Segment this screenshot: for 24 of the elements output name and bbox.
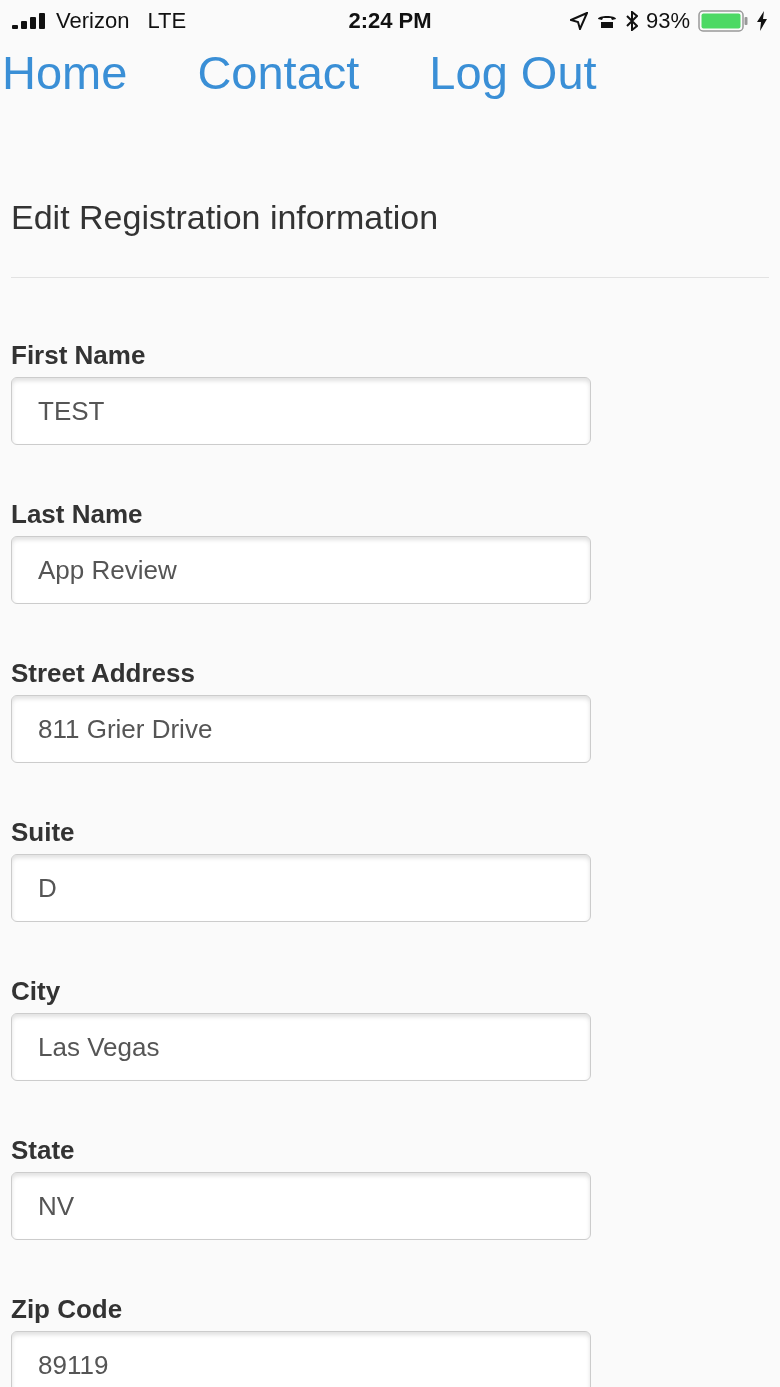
bluetooth-icon [625, 11, 638, 31]
page-title: Edit Registration information [11, 198, 440, 237]
input-field[interactable]: App Review [11, 536, 591, 604]
field-label: First Name [11, 340, 147, 371]
input-field[interactable]: D [11, 854, 591, 922]
location-arrow-icon [569, 12, 588, 30]
battery-icon [698, 10, 748, 32]
battery-percent: 93% [645, 8, 690, 34]
field-label: Zip Code [11, 1294, 124, 1325]
input-field[interactable]: NV [11, 1172, 591, 1240]
field-label: State [11, 1135, 76, 1166]
input-field[interactable]: 811 Grier Drive [11, 695, 591, 763]
charging-bolt-icon [756, 11, 768, 31]
clock-time: 2:24 PM [348, 8, 432, 34]
input-field[interactable]: Las Vegas [11, 1013, 591, 1081]
field-label: Suite [11, 817, 76, 848]
field-label: Street Address [11, 658, 196, 689]
network-type: LTE [147, 8, 187, 34]
input-field[interactable]: 89119 [11, 1331, 591, 1387]
input-field[interactable]: TEST [11, 377, 591, 445]
signal-icon [12, 13, 48, 29]
carrier-name: Verizon [56, 8, 130, 34]
field-label: Last Name [11, 499, 144, 530]
field-label: City [11, 976, 62, 1007]
